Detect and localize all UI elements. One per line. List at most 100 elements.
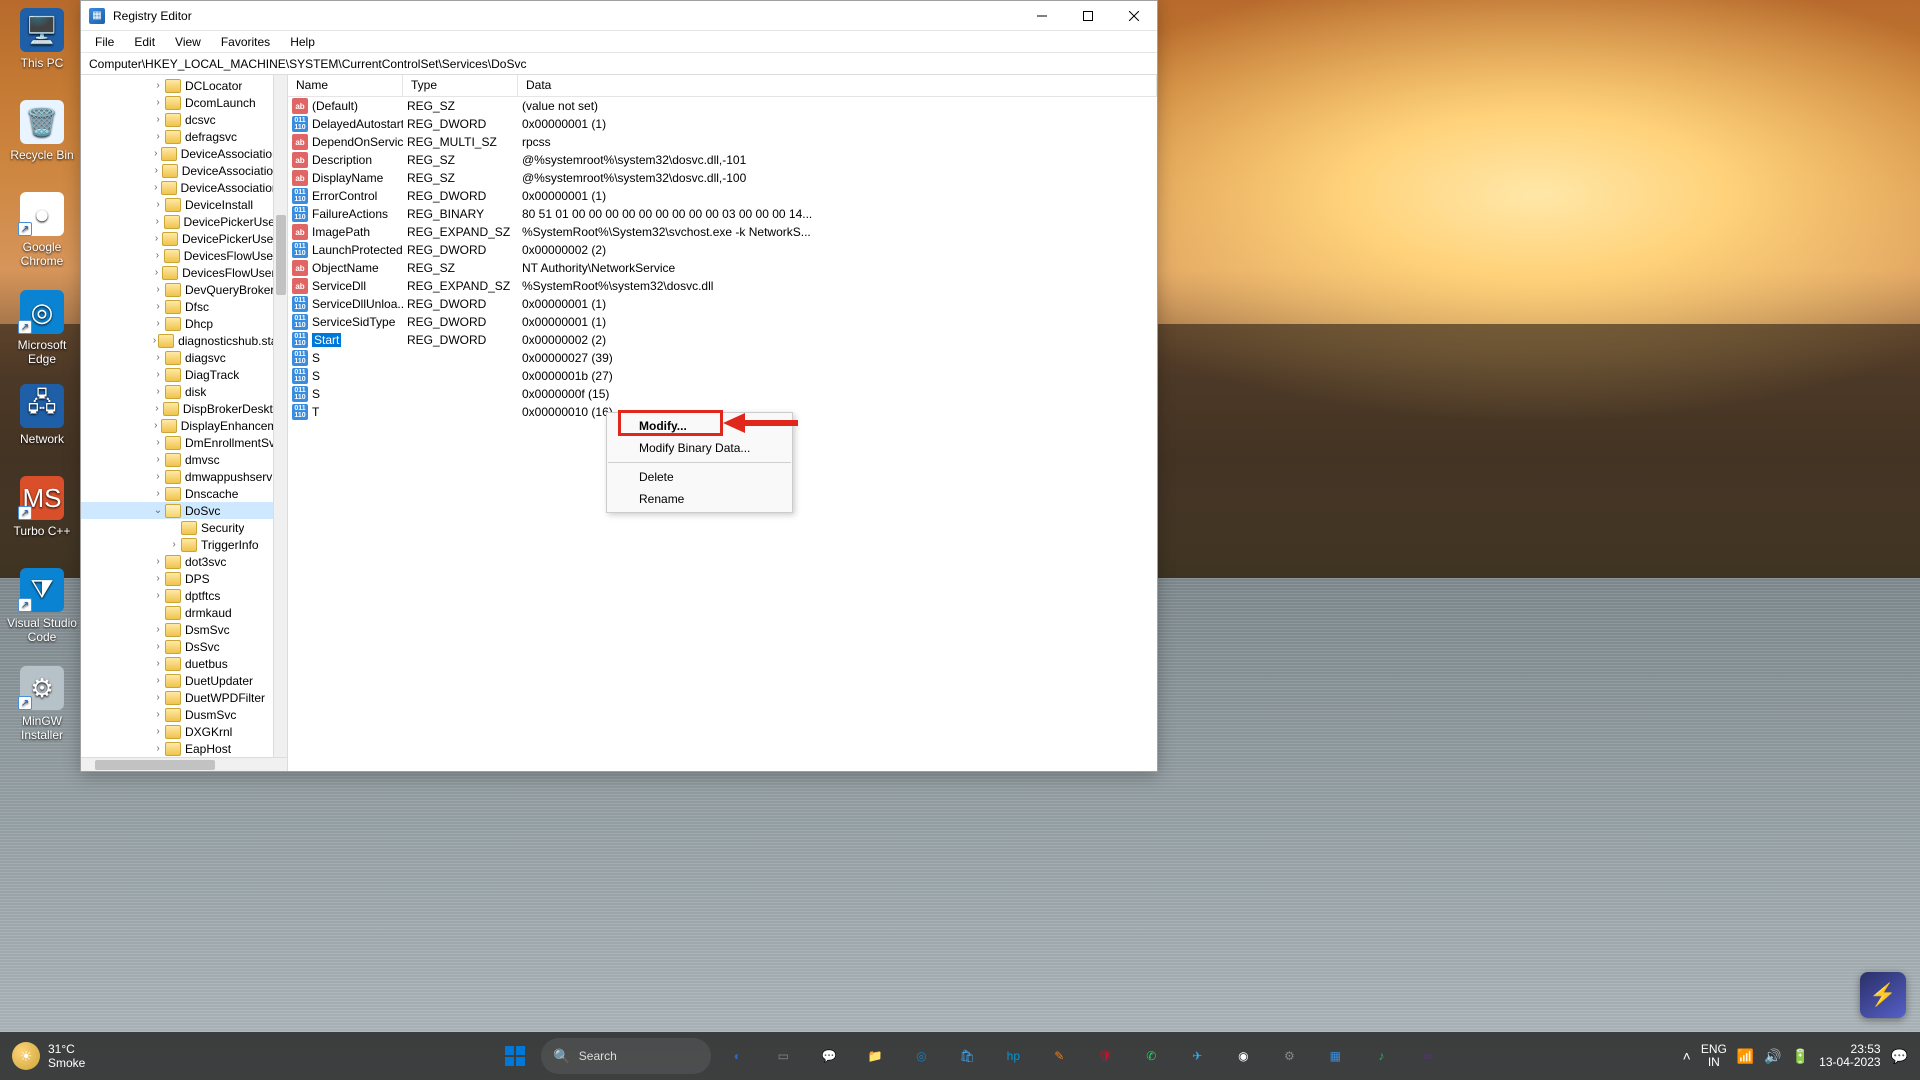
value-row[interactable]: 011110DelayedAutostartREG_DWORD0x0000000… [288,115,1157,133]
taskbar-app-chat[interactable]: 💬 [809,1036,849,1076]
tree-item-dptftcs[interactable]: ›dptftcs [81,587,287,604]
tree-item-dcsvc[interactable]: ›dcsvc [81,111,287,128]
chevron-right-icon[interactable]: › [151,556,165,567]
desktop-icon-mingw-installer[interactable]: ⚙MinGW Installer↗ [4,666,80,742]
chevron-right-icon[interactable]: › [151,658,165,669]
taskbar-app-spotify[interactable]: ♪ [1361,1036,1401,1076]
value-row[interactable]: abObjectNameREG_SZNT Authority\NetworkSe… [288,259,1157,277]
chevron-right-icon[interactable]: › [151,267,162,278]
taskbar-app-settings[interactable]: ⚙ [1269,1036,1309,1076]
tree-item-devicepickerusersvc-[interactable]: ›DevicePickerUserSvc_… [81,230,287,247]
chevron-right-icon[interactable]: › [151,726,165,737]
value-row[interactable]: 011110StartREG_DWORD0x00000002 (2) [288,331,1157,349]
taskbar-app-whatsapp[interactable]: ✆ [1131,1036,1171,1076]
chevron-right-icon[interactable]: › [151,641,165,652]
tray-chevron-up-icon[interactable]: ˄ [1683,1048,1691,1064]
chevron-right-icon[interactable]: › [151,165,162,176]
tree-item-dssvc[interactable]: ›DsSvc [81,638,287,655]
menu-favorites[interactable]: Favorites [211,33,280,51]
chevron-right-icon[interactable]: › [151,743,165,754]
tree-item-devicesflowusersvc-[interactable]: ›DevicesFlowUserSvc_… [81,264,287,281]
value-row[interactable]: abDependOnServiceREG_MULTI_SZrpcss [288,133,1157,151]
chevron-right-icon[interactable]: › [151,250,164,261]
tree-item-diagsvc[interactable]: ›diagsvc [81,349,287,366]
tree-scroll-area[interactable]: ›DCLocator›DcomLaunch›dcsvc›defragsvc›De… [81,75,287,757]
chevron-right-icon[interactable]: › [151,352,165,363]
value-row[interactable]: 011110ErrorControlREG_DWORD0x00000001 (1… [288,187,1157,205]
taskbar-app-task-view[interactable]: ▭ [763,1036,803,1076]
notifications-icon[interactable]: 💬 [1891,1048,1908,1065]
chevron-right-icon[interactable]: › [151,488,165,499]
ctx-rename[interactable]: Rename [607,488,792,510]
tree-item-eaphost[interactable]: ›EapHost [81,740,287,757]
tree-item-dhcp[interactable]: ›Dhcp [81,315,287,332]
tree-item-diagtrack[interactable]: ›DiagTrack [81,366,287,383]
close-button[interactable] [1111,1,1157,31]
tree-item-dps[interactable]: ›DPS [81,570,287,587]
tree-item-disk[interactable]: ›disk [81,383,287,400]
chevron-right-icon[interactable]: › [151,437,165,448]
menu-file[interactable]: File [85,33,124,51]
chevron-right-icon[interactable]: › [151,233,162,244]
chevron-right-icon[interactable]: › [151,182,161,193]
desktop-icon-visual-studio-code[interactable]: ⧩Visual Studio Code↗ [4,568,80,644]
language-indicator[interactable]: ENG IN [1701,1043,1727,1069]
value-row[interactable]: abImagePathREG_EXPAND_SZ%SystemRoot%\Sys… [288,223,1157,241]
ctx-modify-binary[interactable]: Modify Binary Data... [607,437,792,459]
quick-action-widget[interactable]: ⚡ [1860,972,1906,1018]
desktop-icon-google-chrome[interactable]: ●Google Chrome↗ [4,192,80,268]
taskbar-app-mcafee[interactable]: 🛡 [1085,1036,1125,1076]
chevron-right-icon[interactable]: › [151,301,165,312]
tree-item-duetwpdfilter[interactable]: ›DuetWPDFilter [81,689,287,706]
chevron-right-icon[interactable]: › [151,148,161,159]
weather-widget[interactable]: ☀ 31°C Smoke [12,1042,85,1070]
clock[interactable]: 23:53 13-04-2023 [1819,1043,1880,1069]
tree-item-deviceassociationbrokersvc[interactable]: ›DeviceAssociationBrokerSvc [81,145,287,162]
tree-item-dot3svc[interactable]: ›dot3svc [81,553,287,570]
column-header-type[interactable]: Type [403,75,518,96]
chevron-right-icon[interactable]: › [151,675,165,686]
tree-item-devquerybroker[interactable]: ›DevQueryBroker [81,281,287,298]
menu-view[interactable]: View [165,33,211,51]
desktop-icon-turbo-c-[interactable]: MSTurbo C++↗ [4,476,80,538]
chevron-right-icon[interactable]: › [151,80,165,91]
tree-item-duetbus[interactable]: ›duetbus [81,655,287,672]
tree-item-dusmsvc[interactable]: ›DusmSvc [81,706,287,723]
chevron-right-icon[interactable]: › [151,692,165,703]
tree-item-defragsvc[interactable]: ›defragsvc [81,128,287,145]
desktop-icon-microsoft-edge[interactable]: ◎Microsoft Edge↗ [4,290,80,366]
tree-horizontal-scrollbar[interactable] [81,757,287,771]
tree-item-deviceinstall[interactable]: ›DeviceInstall [81,196,287,213]
taskbar-app-file-explorer[interactable]: 📁 [855,1036,895,1076]
chevron-right-icon[interactable]: › [151,318,165,329]
value-row[interactable]: 011110ServiceSidTypeREG_DWORD0x00000001 … [288,313,1157,331]
address-bar[interactable]: Computer\HKEY_LOCAL_MACHINE\SYSTEM\Curre… [81,53,1157,75]
value-row[interactable]: abDisplayNameREG_SZ@%systemroot%\system3… [288,169,1157,187]
chevron-right-icon[interactable]: › [151,624,165,635]
chevron-right-icon[interactable]: › [167,539,181,550]
chevron-right-icon[interactable]: › [151,216,164,227]
value-row[interactable]: 011110S0x0000001b (27) [288,367,1157,385]
taskbar-search[interactable]: 🔍Search [541,1038,711,1074]
tree-item-deviceassociationservice[interactable]: ›DeviceAssociationService [81,162,287,179]
taskbar-app-store[interactable]: 🛍 [947,1036,987,1076]
tree-item-duetupdater[interactable]: ›DuetUpdater [81,672,287,689]
tree-item-dxgkrnl[interactable]: ›DXGKrnl [81,723,287,740]
tree-item-devicepickerusersvc[interactable]: ›DevicePickerUserSvc [81,213,287,230]
chevron-right-icon[interactable]: › [151,97,165,108]
tree-item-dsmsvc[interactable]: ›DsmSvc [81,621,287,638]
tree-item-security[interactable]: ›Security [81,519,287,536]
tree-item-displayenhancementservice[interactable]: ›DisplayEnhancementService [81,417,287,434]
value-row[interactable]: abServiceDllREG_EXPAND_SZ%SystemRoot%\sy… [288,277,1157,295]
chevron-right-icon[interactable]: › [151,131,165,142]
taskbar-app-copilot[interactable]: ◐ [717,1036,757,1076]
tree-item-deviceassociationservice-[interactable]: ›DeviceAssociationService_… [81,179,287,196]
chevron-right-icon[interactable]: › [151,335,158,346]
tree-item-dnscache[interactable]: ›Dnscache [81,485,287,502]
taskbar-app-edge[interactable]: ◎ [901,1036,941,1076]
volume-icon[interactable]: 🔊 [1764,1048,1781,1065]
tree-item-dmwappushservice[interactable]: ›dmwappushservice [81,468,287,485]
taskbar-app-regex[interactable]: ▦ [1315,1036,1355,1076]
taskbar-app-myhp[interactable]: hp [993,1036,1033,1076]
tree-item-dfsc[interactable]: ›Dfsc [81,298,287,315]
